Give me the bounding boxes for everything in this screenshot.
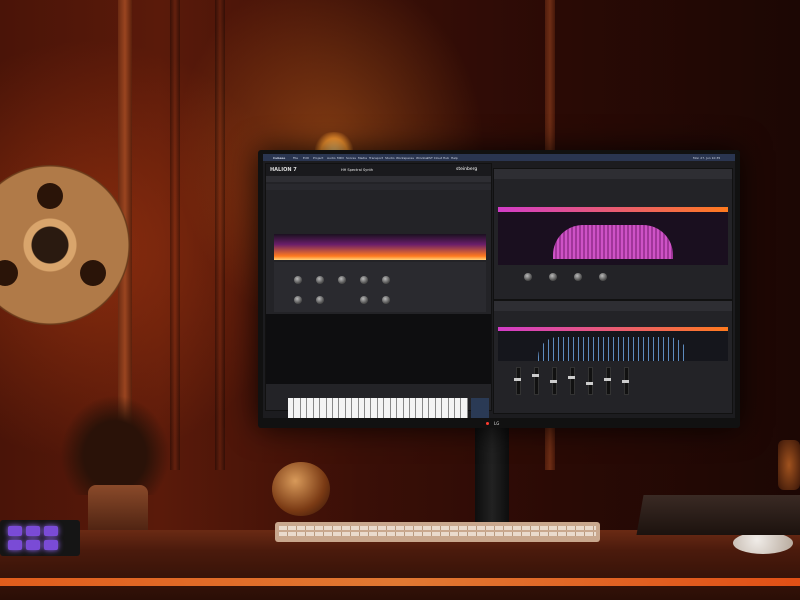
- halion-header: HALION 7 HH Spectral Synth steinberg: [266, 164, 491, 176]
- menu-item[interactable]: Workspaces: [396, 156, 414, 160]
- knob[interactable]: [316, 296, 324, 304]
- drum-pad-controller[interactable]: [0, 520, 80, 556]
- knob[interactable]: [524, 273, 532, 281]
- knob[interactable]: [549, 273, 557, 281]
- knob[interactable]: [382, 296, 390, 304]
- fader[interactable]: [532, 367, 539, 395]
- fader[interactable]: [514, 367, 521, 395]
- power-led: [486, 422, 489, 425]
- reel-hole: [37, 183, 63, 209]
- menu-item[interactable]: Edit: [303, 156, 309, 160]
- halion-toolbar: [266, 176, 491, 182]
- spectral-editor-bottom: [493, 300, 733, 414]
- desk-led-strip: [0, 578, 800, 586]
- monitor: Cubase File Edit Project Audio MIDI Scor…: [258, 150, 740, 428]
- computer-keyboard[interactable]: [275, 522, 600, 542]
- fader[interactable]: [622, 367, 629, 395]
- xy-pad[interactable]: [471, 398, 489, 418]
- synth-controls: [274, 262, 486, 312]
- fader[interactable]: [604, 367, 611, 395]
- figurine: [778, 440, 800, 490]
- pad[interactable]: [8, 526, 22, 536]
- spectrum-band: [498, 207, 728, 212]
- halion-logo: HALION 7: [270, 167, 297, 173]
- plant-pot: [88, 485, 148, 535]
- reel-hole: [80, 260, 106, 286]
- menu-item[interactable]: Audio: [327, 156, 336, 160]
- spectral-editor-top: [493, 168, 733, 300]
- magenta-spectrum[interactable]: [498, 207, 728, 265]
- tape-reel: [0, 165, 130, 325]
- pad[interactable]: [8, 540, 22, 550]
- menu-item[interactable]: Hub: [443, 156, 449, 160]
- menu-item[interactable]: Transport: [369, 156, 383, 160]
- menu-app-name[interactable]: Cubase: [273, 156, 285, 160]
- pad[interactable]: [44, 526, 58, 536]
- knob[interactable]: [316, 276, 324, 284]
- hardware-synth: [636, 495, 800, 535]
- spectrum-shape: [538, 337, 688, 361]
- monitor-stand: [475, 428, 509, 523]
- studio-scene: Cubase File Edit Project Audio MIDI Scor…: [0, 0, 800, 600]
- halion-tabs: [266, 184, 491, 190]
- menu-clock: Mon 27. Jun 10:35: [693, 155, 721, 160]
- monitor-logo: LG: [494, 421, 500, 426]
- menu-item[interactable]: Project: [313, 156, 323, 160]
- empty-slot-area: [266, 314, 491, 384]
- key-row: [279, 532, 596, 536]
- decorative-orb: [272, 462, 330, 516]
- menu-item[interactable]: Scores: [346, 156, 356, 160]
- reel-hole: [0, 260, 18, 286]
- fader[interactable]: [586, 367, 593, 395]
- spectrum-display[interactable]: [274, 234, 486, 260]
- menu-item[interactable]: Help: [451, 156, 458, 160]
- menu-item[interactable]: VST Cloud: [427, 156, 442, 160]
- knob[interactable]: [294, 276, 302, 284]
- spectrum-band: [498, 327, 728, 331]
- key-row: [279, 526, 596, 530]
- menu-bar: Cubase File Edit Project Audio MIDI Scor…: [263, 154, 735, 161]
- knob[interactable]: [338, 276, 346, 284]
- spectrum-shape: [553, 225, 673, 259]
- wall-panel: [215, 0, 225, 470]
- knob[interactable]: [294, 296, 302, 304]
- knob[interactable]: [382, 276, 390, 284]
- pad[interactable]: [26, 540, 40, 550]
- monitor-screen: Cubase File Edit Project Audio MIDI Scor…: [263, 154, 735, 418]
- plant-leaves: [60, 395, 170, 495]
- halion-window: HALION 7 HH Spectral Synth steinberg: [265, 163, 492, 418]
- pad[interactable]: [44, 540, 58, 550]
- mouse[interactable]: [733, 532, 793, 554]
- fader[interactable]: [568, 367, 575, 395]
- steinberg-logo: steinberg: [456, 167, 478, 172]
- blue-spectrum[interactable]: [498, 327, 728, 361]
- menu-item[interactable]: Media: [358, 156, 367, 160]
- pad[interactable]: [26, 526, 40, 536]
- wall-panel: [170, 0, 180, 470]
- menu-item[interactable]: MIDI: [337, 156, 344, 160]
- editor-toolbar: [494, 169, 732, 179]
- knob[interactable]: [599, 273, 607, 281]
- piano-keyboard[interactable]: [288, 398, 468, 418]
- preset-name[interactable]: HH Spectral Synth: [341, 168, 373, 172]
- knob[interactable]: [360, 296, 368, 304]
- editor-toolbar: [494, 301, 732, 311]
- menu-item[interactable]: Studio: [385, 156, 395, 160]
- fader[interactable]: [550, 367, 557, 395]
- knob[interactable]: [574, 273, 582, 281]
- knob[interactable]: [360, 276, 368, 284]
- menu-item[interactable]: File: [293, 156, 298, 160]
